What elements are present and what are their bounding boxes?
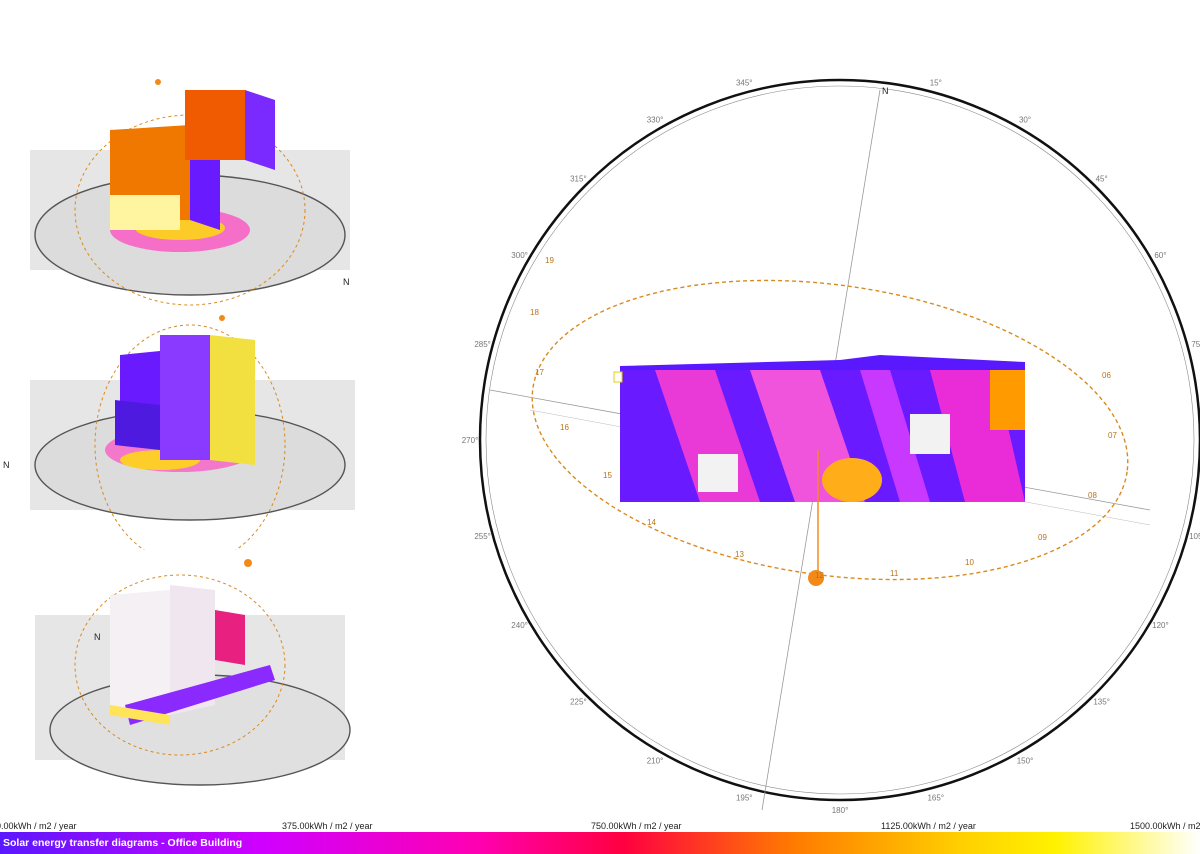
hour-label: 18 bbox=[530, 308, 539, 317]
view-middle: N bbox=[3, 310, 370, 566]
bearing-label: 150° bbox=[1017, 756, 1034, 765]
hour-label: 10 bbox=[965, 558, 974, 567]
sunpath-diagram: 345°15°30°45°60°75°90°105°120°135°150°16… bbox=[460, 70, 1200, 830]
hour-label: 13 bbox=[735, 550, 744, 559]
bearing-label: 300° bbox=[511, 251, 528, 260]
bearing-label: 45° bbox=[1096, 174, 1108, 183]
hour-label: 08 bbox=[1088, 491, 1097, 500]
bearing-label: 225° bbox=[570, 698, 587, 707]
sun-icon bbox=[155, 79, 161, 85]
north-label: N bbox=[343, 277, 350, 287]
compass-north-label: N bbox=[882, 86, 889, 96]
bearing-label: 60° bbox=[1154, 251, 1166, 260]
hour-label: 16 bbox=[560, 423, 569, 432]
hour-label: 17 bbox=[535, 368, 544, 377]
hour-label: 11 bbox=[890, 569, 899, 578]
bearing-label: 105° bbox=[1189, 532, 1200, 541]
scale-q3-label: 1125.00kWh / m2 / year bbox=[881, 821, 976, 831]
scale-min-label: 0.00kWh / m2 / year bbox=[0, 821, 77, 831]
bearing-label: 75° bbox=[1191, 340, 1200, 349]
bearing-label: 120° bbox=[1152, 621, 1169, 630]
hour-label: 19 bbox=[545, 256, 554, 265]
hour-label: 09 bbox=[1038, 533, 1047, 542]
diagram-caption: Solar energy transfer diagrams - Office … bbox=[3, 837, 243, 849]
bearing-label: 135° bbox=[1093, 698, 1110, 707]
hour-label: 06 bbox=[1102, 371, 1111, 380]
sun-icon bbox=[219, 315, 225, 321]
sunpath-compass: 345°15°30°45°60°75°90°105°120°135°150°16… bbox=[462, 79, 1200, 815]
bearing-label: 240° bbox=[511, 621, 528, 630]
bearing-label: 180° bbox=[832, 806, 849, 815]
north-label: N bbox=[3, 460, 10, 470]
view-top: N bbox=[20, 70, 380, 310]
hour-label: 12 bbox=[815, 571, 824, 580]
sun-icon bbox=[244, 559, 252, 567]
view-top-drawing bbox=[30, 79, 350, 306]
bearing-label: 255° bbox=[474, 532, 491, 541]
bearing-label: 330° bbox=[647, 116, 664, 125]
view-bottom-drawing bbox=[35, 559, 351, 786]
bearing-label: 165° bbox=[927, 793, 944, 802]
scale-q1-label: 375.00kWh / m2 / year bbox=[282, 821, 373, 831]
building-plan bbox=[613, 355, 1025, 502]
hour-label: 15 bbox=[603, 471, 612, 480]
bearing-label: 285° bbox=[474, 340, 491, 349]
hour-label: 14 bbox=[647, 518, 656, 527]
scale-mid-label: 750.00kWh / m2 / year bbox=[591, 821, 682, 831]
bearing-label: 30° bbox=[1019, 116, 1031, 125]
bearing-label: 210° bbox=[647, 756, 664, 765]
scale-max-label: 1500.00kWh / m2 / year bbox=[1130, 821, 1200, 831]
view-bottom: N bbox=[30, 555, 390, 805]
bearing-label: 270° bbox=[462, 436, 479, 445]
north-label: N bbox=[94, 632, 101, 642]
hour-label: 07 bbox=[1108, 431, 1117, 440]
bearing-label: 15° bbox=[930, 79, 942, 88]
bearing-label: 195° bbox=[736, 793, 753, 802]
bearing-label: 345° bbox=[736, 79, 753, 88]
view-middle-drawing bbox=[30, 315, 355, 566]
bearing-label: 315° bbox=[570, 174, 587, 183]
